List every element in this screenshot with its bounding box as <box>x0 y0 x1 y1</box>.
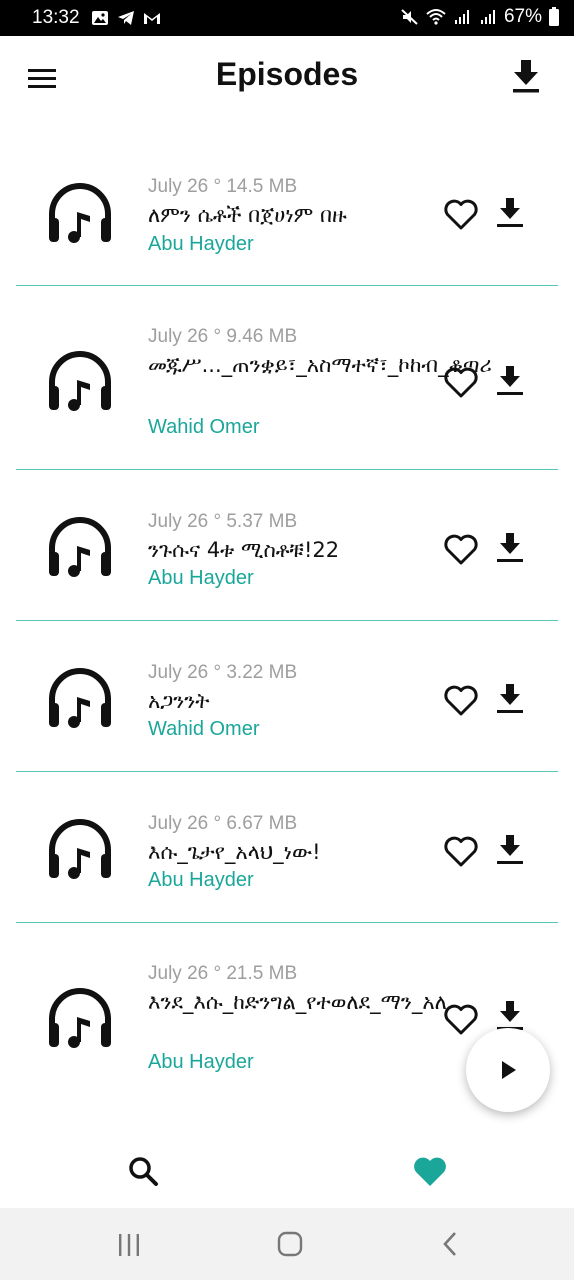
back-icon[interactable] <box>440 1230 460 1258</box>
episode-title: ለምን ሴቶች በጀሀነም በዙ <box>148 203 347 227</box>
heart-outline-icon[interactable] <box>442 531 480 567</box>
episode-item[interactable]: July 26 ° 9.46 MB መጁሥ..._ጠንቋይ፣_አስማተኛ፣_ኮከ… <box>0 286 574 470</box>
app-bar: Episodes <box>0 36 574 120</box>
home-icon[interactable] <box>277 1231 303 1257</box>
page-title: Episodes <box>215 56 359 92</box>
gmail-icon <box>144 13 160 24</box>
status-bar: 13:32 67% <box>0 0 574 36</box>
episode-meta: July 26 ° 9.46 MB <box>148 326 298 347</box>
headphones-music-icon <box>49 517 111 577</box>
headphones-music-icon <box>49 819 111 879</box>
heart-outline-icon[interactable] <box>442 196 480 232</box>
heart-outline-icon[interactable] <box>442 833 480 869</box>
search-icon[interactable] <box>126 1154 160 1188</box>
signal-icon <box>454 10 469 24</box>
signal-icon <box>480 10 495 24</box>
episode-item[interactable]: July 26 ° 3.22 MB አጋንንት Wahid Omer <box>0 621 574 772</box>
recents-icon[interactable] <box>116 1232 142 1258</box>
notification-icons <box>90 8 162 28</box>
heart-outline-icon[interactable] <box>442 1001 480 1037</box>
battery-percent: 67% <box>503 6 542 27</box>
download-icon[interactable] <box>494 364 526 398</box>
headphones-music-icon <box>49 351 111 411</box>
episode-author: Abu Hayder <box>148 567 254 589</box>
episode-title: ንጉሱና 4ቱ ሚስቶቹ!22 <box>148 538 340 562</box>
headphones-music-icon <box>49 988 111 1048</box>
heart-outline-icon[interactable] <box>442 682 480 718</box>
episode-author: Wahid Omer <box>148 416 260 438</box>
battery-icon <box>549 7 559 26</box>
episode-meta: July 26 ° 5.37 MB <box>148 511 298 532</box>
system-navigation-bar <box>0 1208 574 1280</box>
episode-author: Abu Hayder <box>148 1051 254 1073</box>
download-icon[interactable] <box>494 833 526 867</box>
play-button[interactable] <box>466 1028 550 1112</box>
heart-icon[interactable] <box>412 1154 448 1188</box>
episode-title: እንደ_እሱ_ከድንግል_የተወለደ_ማን_አለ <box>148 990 447 1014</box>
bottom-navigation <box>0 1136 574 1208</box>
episode-meta: July 26 ° 14.5 MB <box>148 176 298 197</box>
screen: 13:32 67% Episodes July 26 ° 14.5 MB ለምን… <box>0 0 574 1280</box>
status-time: 13:32 <box>32 7 80 28</box>
episode-item[interactable]: July 26 ° 5.37 MB ንጉሱና 4ቱ ሚስቶቹ!22 Abu Ha… <box>0 470 574 621</box>
episode-item[interactable]: July 26 ° 14.5 MB ለምን ሴቶች በጀሀነም በዙ Abu H… <box>0 120 574 286</box>
episode-item[interactable]: July 26 ° 6.67 MB እሱ_ጌታየ_አላህ_ነው! Abu Hay… <box>0 772 574 923</box>
headphones-music-icon <box>49 183 111 243</box>
episode-title: መጁሥ..._ጠንቋይ፣_አስማተኛ፣_ኮከብ_ቆጣሪ <box>148 353 492 377</box>
episode-author: Wahid Omer <box>148 718 260 740</box>
episode-author: Abu Hayder <box>148 233 254 255</box>
telegram-icon <box>118 11 134 25</box>
download-icon[interactable] <box>494 196 526 230</box>
gallery-icon <box>92 11 108 25</box>
episode-meta: July 26 ° 21.5 MB <box>148 963 298 984</box>
heart-outline-icon[interactable] <box>442 364 480 400</box>
episode-meta: July 26 ° 3.22 MB <box>148 662 298 683</box>
system-status-icons: 67% <box>400 6 560 28</box>
episode-title: እሱ_ጌታየ_አላህ_ነው! <box>148 840 321 864</box>
download-icon[interactable] <box>494 682 526 716</box>
download-icon[interactable] <box>506 56 546 96</box>
download-icon[interactable] <box>494 531 526 565</box>
episode-meta: July 26 ° 6.67 MB <box>148 813 298 834</box>
episode-author: Abu Hayder <box>148 869 254 891</box>
play-icon <box>502 1061 516 1079</box>
headphones-music-icon <box>49 668 111 728</box>
mute-icon <box>401 9 418 25</box>
episode-title: አጋንንት <box>148 689 210 713</box>
wifi-icon <box>426 9 446 25</box>
